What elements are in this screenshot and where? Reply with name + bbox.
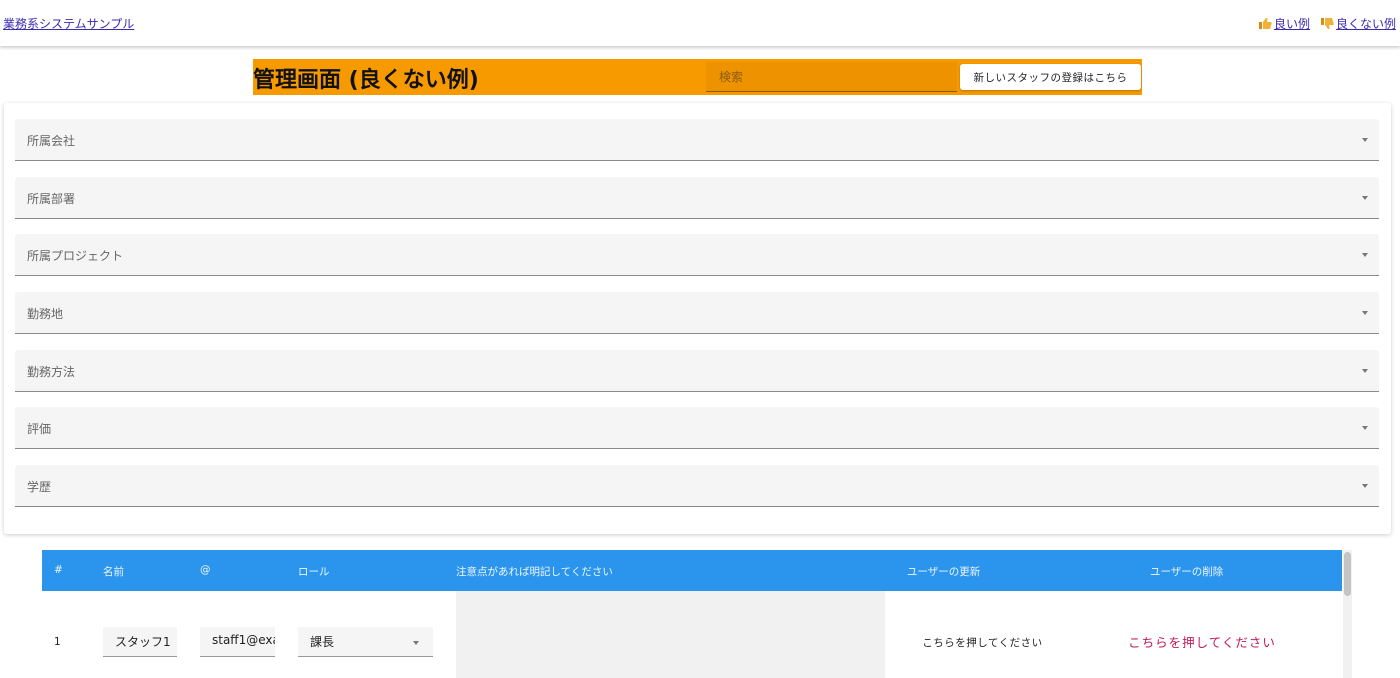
filter-evaluation-select[interactable]: 評価 (15, 407, 1379, 449)
column-header-number: # (54, 564, 63, 576)
notes-textarea[interactable] (456, 591, 885, 678)
row-number: 1 (54, 636, 61, 648)
table-scrollbar[interactable] (1343, 550, 1352, 678)
role-select[interactable]: 課長 (298, 627, 433, 657)
role-value: 課長 (310, 635, 335, 649)
column-header-notes: 注意点があれば明記してください (456, 566, 613, 578)
filter-label: 所属会社 (27, 134, 76, 148)
page-title: 管理画面 (良くない例) (253, 68, 479, 93)
thumbs-down-icon (1320, 17, 1334, 30)
thumbs-up-icon (1258, 17, 1272, 30)
app-home-link[interactable]: 業務系システムサンプル (3, 15, 134, 32)
bad-example-label: 良くない例 (1335, 17, 1396, 31)
staff-table: # 名前 @ ロール 注意点があれば明記してください ユーザーの更新 ユーザーの… (42, 550, 1342, 678)
search-input[interactable] (706, 62, 957, 91)
name-field[interactable]: スタッフ1 (103, 627, 177, 657)
column-header-email: @ (200, 564, 211, 576)
filter-label: 勤務方法 (27, 365, 76, 379)
update-user-button[interactable]: こちらを押してください (890, 632, 1075, 652)
filter-label: 学歴 (27, 480, 52, 494)
column-header-role: ロール (298, 566, 330, 578)
chevron-down-icon (1362, 484, 1368, 488)
chevron-down-icon (413, 641, 419, 645)
filter-location-select[interactable]: 勤務地 (15, 292, 1379, 334)
filter-project-select[interactable]: 所属プロジェクト (15, 234, 1379, 276)
example-nav: 良い例 良くない例 (1258, 15, 1396, 32)
delete-user-button[interactable]: こちらを押してください (1102, 629, 1302, 653)
filter-work-style-select[interactable]: 勤務方法 (15, 350, 1379, 392)
chevron-down-icon (1362, 138, 1368, 142)
page-header: 管理画面 (良くない例) 新しいスタッフの登録はこちら (253, 59, 1142, 95)
chevron-down-icon (1362, 426, 1368, 430)
filter-label: 所属プロジェクト (27, 249, 124, 263)
good-example-link[interactable]: 良い例 (1258, 15, 1310, 32)
filter-department-select[interactable]: 所属部署 (15, 177, 1379, 219)
filter-education-select[interactable]: 学歴 (15, 465, 1379, 507)
chevron-down-icon (1362, 311, 1368, 315)
chevron-down-icon (1362, 253, 1368, 257)
column-header-update: ユーザーの更新 (907, 566, 981, 578)
column-header-name: 名前 (103, 566, 124, 578)
good-example-label: 良い例 (1273, 17, 1310, 31)
filter-label: 所属部署 (27, 192, 76, 206)
table-header: # 名前 @ ロール 注意点があれば明記してください ユーザーの更新 ユーザーの… (42, 550, 1342, 591)
email-field[interactable]: staff1@example.com (200, 627, 275, 657)
filter-company-select[interactable]: 所属会社 (15, 119, 1379, 161)
search-field (706, 62, 957, 92)
scrollbar-thumb[interactable] (1344, 552, 1351, 596)
chevron-down-icon (1362, 196, 1368, 200)
chevron-down-icon (1362, 369, 1368, 373)
filter-label: 勤務地 (27, 307, 64, 321)
column-header-delete: ユーザーの削除 (1150, 566, 1224, 578)
top-app-bar: 業務系システムサンプル 良い例 良くない例 (0, 0, 1400, 46)
new-staff-button[interactable]: 新しいスタッフの登録はこちら (960, 64, 1141, 90)
filter-panel: 所属会社 所属部署 所属プロジェクト 勤務地 勤務方法 評価 学歴 (4, 103, 1391, 534)
filter-label: 評価 (27, 422, 52, 436)
table-row: 1 スタッフ1 staff1@example.com 課長 こちらを押してくださ… (42, 591, 1342, 678)
bad-example-link[interactable]: 良くない例 (1320, 15, 1396, 32)
